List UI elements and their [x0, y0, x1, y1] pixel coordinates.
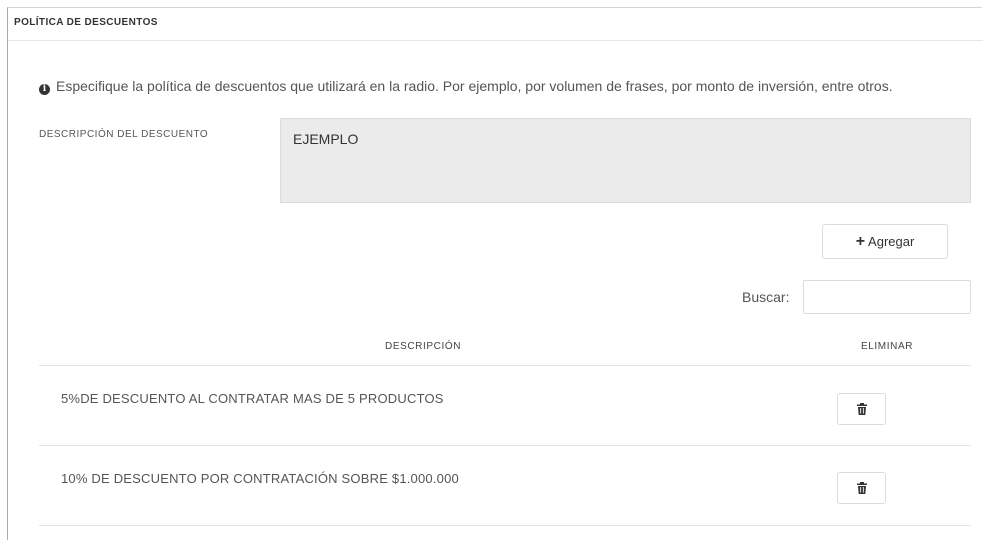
column-header-description: DESCRIPCIÓN: [385, 341, 462, 352]
delete-row-button[interactable]: [837, 393, 886, 425]
row-divider: [39, 525, 971, 526]
info-text: Especifique la política de descuentos qu…: [56, 78, 893, 94]
search-label: Buscar:: [742, 289, 790, 305]
add-button-label: Agregar: [868, 234, 915, 249]
trash-icon: [856, 482, 867, 494]
search-input[interactable]: [803, 280, 971, 314]
discount-policy-panel: POLÍTICA DE DESCUENTOS i Especifique la p…: [7, 7, 983, 540]
column-header-delete: ELIMINAR: [861, 341, 914, 352]
table-row-description: 5%DE DESCUENTO AL CONTRATAR MAS DE 5 PRO…: [61, 391, 444, 406]
table-header-divider: [39, 365, 971, 366]
delete-row-button[interactable]: [837, 472, 886, 504]
panel-title: POLÍTICA DE DESCUENTOS: [14, 17, 158, 28]
add-button[interactable]: + Agregar: [822, 224, 948, 259]
description-textarea[interactable]: EJEMPLO: [280, 118, 971, 203]
title-divider: [8, 40, 983, 41]
table-row-description: 10% DE DESCUENTO POR CONTRATACIÓN SOBRE …: [61, 471, 459, 486]
trash-icon: [856, 403, 867, 415]
info-message: i Especifique la política de descuentos q…: [39, 75, 979, 97]
description-field-label: DESCRIPCIÓN DEL DESCUENTO: [39, 129, 209, 140]
row-divider: [39, 445, 971, 446]
info-circle-icon: i: [39, 84, 50, 95]
plus-icon: +: [855, 232, 866, 250]
